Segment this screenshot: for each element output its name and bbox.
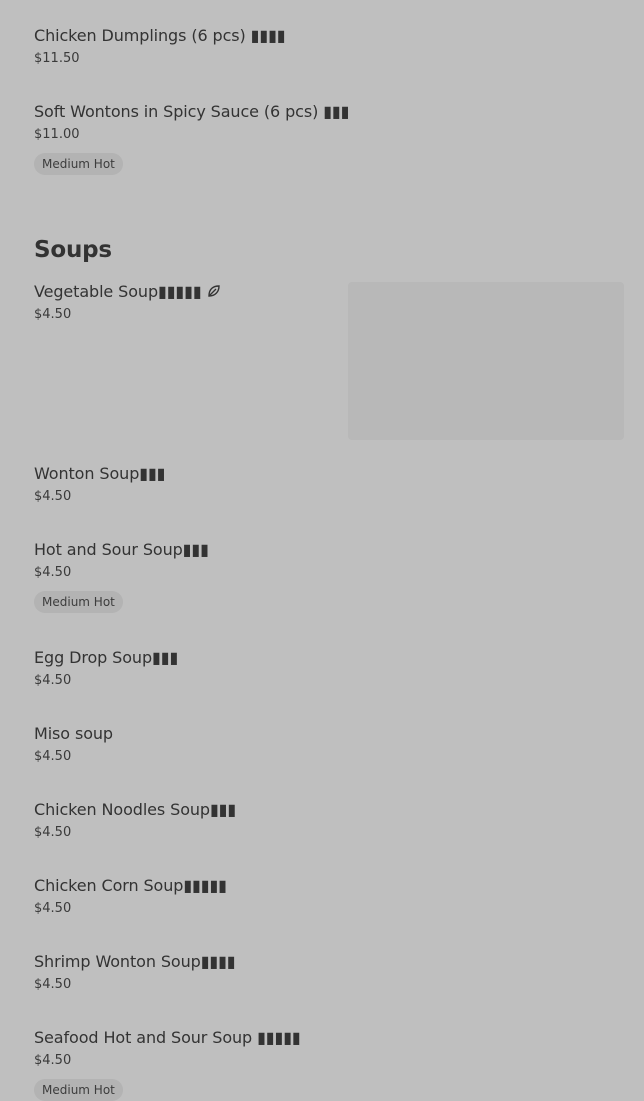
spice-level-badge: Medium Hot	[34, 1079, 123, 1101]
menu-item-chicken-corn-soup[interactable]: Chicken Corn Soup▮▮▮▮▮ $4.50	[34, 876, 334, 917]
menu-item-name: Chicken Dumplings (6 pcs) ▮▮▮▮	[34, 26, 286, 45]
menu-item-shrimp-wonton-soup[interactable]: Shrimp Wonton Soup▮▮▮▮ $4.50	[34, 952, 334, 993]
menu-item-name: Soft Wontons in Spicy Sauce (6 pcs) ▮▮▮	[34, 102, 350, 121]
menu-item-price: $11.50	[34, 51, 80, 66]
menu-item-name: Vegetable Soup▮▮▮▮▮	[34, 282, 202, 301]
spice-level-badge: Medium Hot	[34, 591, 123, 613]
menu-item-hot-and-sour-soup[interactable]: Hot and Sour Soup▮▮▮ $4.50 Medium Hot	[34, 540, 334, 613]
menu-item-name: Wonton Soup▮▮▮	[34, 464, 166, 483]
menu-item-chicken-noodles-soup[interactable]: Chicken Noodles Soup▮▮▮ $4.50	[34, 800, 334, 841]
menu-item-price: $4.50	[34, 901, 72, 916]
menu-item-price: $4.50	[34, 673, 72, 688]
menu-item-price: $4.50	[34, 489, 72, 504]
menu-item-name: Chicken Corn Soup▮▮▮▮▮	[34, 876, 227, 895]
menu-item-price: $11.00	[34, 127, 80, 142]
menu-item-name: Seafood Hot and Sour Soup ▮▮▮▮▮	[34, 1028, 301, 1047]
menu-item-image[interactable]	[348, 282, 624, 440]
menu-item-name: Egg Drop Soup▮▮▮	[34, 648, 179, 667]
section-title-soups: Soups	[34, 237, 112, 263]
menu-item-vegetable-soup[interactable]: Vegetable Soup▮▮▮▮▮ $4.50	[34, 282, 334, 323]
menu-item-soft-wontons[interactable]: Soft Wontons in Spicy Sauce (6 pcs) ▮▮▮ …	[34, 102, 350, 175]
menu-item-name: Chicken Noodles Soup▮▮▮	[34, 800, 237, 819]
menu-item-price: $4.50	[34, 749, 72, 764]
menu-item-miso-soup[interactable]: Miso soup $4.50	[34, 724, 334, 765]
menu-item-name: Hot and Sour Soup▮▮▮	[34, 540, 209, 559]
menu-item-price: $4.50	[34, 307, 72, 322]
spice-level-badge: Medium Hot	[34, 153, 123, 175]
menu-item-name-row: Vegetable Soup▮▮▮▮▮	[34, 282, 334, 302]
menu-page: Chicken Dumplings (6 pcs) ▮▮▮▮ $11.50 So…	[0, 0, 644, 1101]
menu-item-name: Shrimp Wonton Soup▮▮▮▮	[34, 952, 236, 971]
menu-item-price: $4.50	[34, 565, 72, 580]
menu-item-chicken-dumplings[interactable]: Chicken Dumplings (6 pcs) ▮▮▮▮ $11.50	[34, 26, 334, 67]
menu-item-wonton-soup[interactable]: Wonton Soup▮▮▮ $4.50	[34, 464, 334, 505]
menu-item-name: Miso soup	[34, 724, 113, 743]
menu-item-price: $4.50	[34, 825, 72, 840]
menu-item-egg-drop-soup[interactable]: Egg Drop Soup▮▮▮ $4.50	[34, 648, 334, 689]
menu-item-seafood-hot-and-sour-soup[interactable]: Seafood Hot and Sour Soup ▮▮▮▮▮ $4.50 Me…	[34, 1028, 334, 1101]
menu-item-price: $4.50	[34, 1053, 72, 1068]
leaf-icon	[207, 285, 220, 297]
menu-item-price: $4.50	[34, 977, 72, 992]
